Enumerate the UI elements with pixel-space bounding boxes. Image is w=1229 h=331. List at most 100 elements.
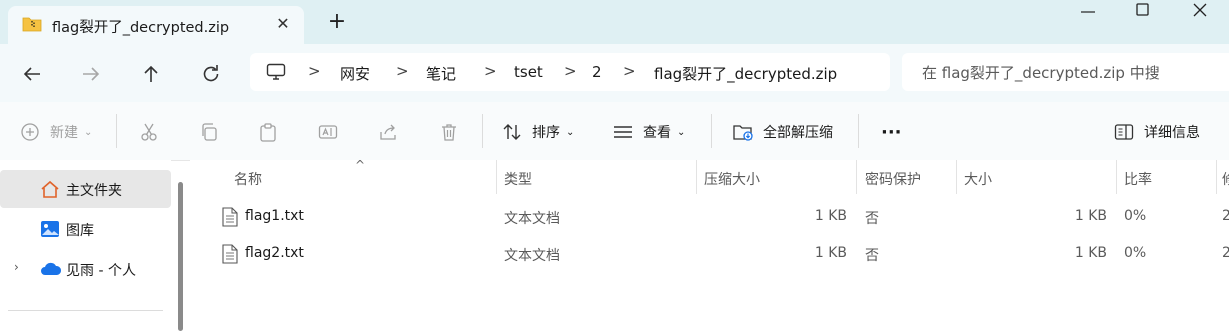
paste-button[interactable] [258,120,288,144]
extract-all-button[interactable]: 全部解压缩 [733,120,833,144]
table-row[interactable]: flag2.txt 文本文档 1 KB 否 1 KB 0% 2 [190,236,1229,272]
column-divider[interactable] [956,160,957,194]
title-bar: flag裂开了_decrypted.zip ✕ + [0,0,1229,44]
breadcrumb-item[interactable]: flag裂开了_decrypted.zip [654,63,837,84]
breadcrumb-separator: > [623,62,636,80]
tab-title: flag裂开了_decrypted.zip [52,20,230,36]
file-compressed-size: 1 KB [814,245,847,261]
scissors-icon [139,122,159,142]
plus-circle-icon [20,122,40,142]
file-name: flag2.txt [245,245,304,261]
sidebar-item-home[interactable]: 主文件夹 [0,170,171,208]
divider [116,114,117,148]
chevron-down-icon: ⌄ [677,126,686,138]
file-size: 1 KB [1074,208,1107,224]
active-tab[interactable]: flag裂开了_decrypted.zip ✕ [8,6,304,44]
new-label: 新建 [50,125,78,141]
close-window-button[interactable] [1170,0,1229,24]
column-divider[interactable] [696,160,697,194]
sidebar-scrollbar[interactable] [178,182,183,331]
minimize-button[interactable] [1058,0,1118,24]
file-list: ^ 名称 类型 压缩大小 密码保护 大小 比率 修 flag1.txt 文本文档… [190,158,1229,331]
column-header-size[interactable]: 大小 [964,169,992,189]
column-header-type[interactable]: 类型 [504,169,532,189]
breadcrumb-item[interactable]: 网安 [340,63,370,84]
search-input[interactable] [920,61,1224,85]
file-size: 1 KB [1074,245,1107,261]
file-name: flag1.txt [245,208,304,224]
file-modified: 2 [1222,208,1229,224]
file-password-protected: 否 [865,211,879,227]
up-button[interactable] [139,62,163,86]
column-divider[interactable] [1216,160,1217,194]
search-box[interactable] [902,53,1229,91]
sort-arrows-icon [502,122,522,142]
breadcrumb-item[interactable]: 2 [592,63,602,81]
sidebar-item-label: 见雨 - 个人 [66,263,136,279]
share-button[interactable] [378,120,408,144]
view-button[interactable]: 查看 ⌄ [613,120,685,144]
sidebar-item-gallery[interactable]: 图库 [0,210,171,248]
file-compressed-size: 1 KB [814,208,847,224]
column-divider[interactable] [1116,160,1117,194]
table-row[interactable]: flag1.txt 文本文档 1 KB 否 1 KB 0% 2 [190,199,1229,235]
column-header-name[interactable]: 名称 [234,169,262,189]
close-tab-button[interactable]: ✕ [274,15,292,33]
refresh-button[interactable] [199,62,223,86]
address-bar[interactable]: > 网安 > 笔记 > tset > 2 > flag裂开了_decrypted… [250,53,890,91]
details-pane-icon [1114,122,1134,142]
file-type: 文本文档 [504,211,560,227]
cut-button[interactable] [139,120,169,144]
copy-button[interactable] [199,120,229,144]
sort-button[interactable]: 排序 ⌄ [502,120,574,144]
clipboard-icon [258,122,278,142]
breadcrumb-item[interactable]: tset [514,63,543,81]
command-bar: 新建 ⌄ 排序 ⌄ 查看 ⌄ 全部解压缩 ··· 详细信息 [0,102,1229,161]
text-file-icon [222,207,238,227]
column-header-password[interactable]: 密码保护 [865,169,921,189]
column-divider[interactable] [856,160,857,194]
column-header-modified[interactable]: 修 [1222,169,1229,189]
breadcrumb-item[interactable]: 笔记 [426,63,456,84]
extract-folder-icon [733,122,753,142]
rename-button[interactable] [318,120,348,144]
details-label: 详细信息 [1144,125,1200,141]
column-divider[interactable] [496,160,497,194]
divider [8,310,163,311]
column-header-compressed-size[interactable]: 压缩大小 [704,169,760,189]
rename-icon [318,122,338,142]
computer-icon [266,63,286,81]
divider [711,114,712,148]
navigation-bar: > 网安 > 笔记 > tset > 2 > flag裂开了_decrypted… [0,44,1229,102]
home-icon [40,180,60,198]
zip-folder-icon [22,16,42,32]
file-password-protected: 否 [865,248,879,264]
onedrive-cloud-icon [40,260,62,278]
column-header-ratio[interactable]: 比率 [1124,169,1152,189]
new-button[interactable]: 新建 ⌄ [20,120,92,144]
share-icon [378,122,398,142]
breadcrumb-separator: > [484,62,497,80]
maximize-button[interactable] [1113,0,1173,24]
view-list-icon [613,122,633,142]
delete-button[interactable] [439,120,469,144]
details-pane-button[interactable]: 详细信息 [1114,120,1200,144]
chevron-down-icon: ⌄ [84,126,93,138]
gallery-icon [40,220,60,238]
file-ratio: 0% [1124,208,1147,224]
chevron-down-icon: ⌄ [566,126,575,138]
sort-ascending-icon: ^ [355,158,366,172]
sort-label: 排序 [532,125,560,141]
sidebar-item-onedrive[interactable]: › 见雨 - 个人 [0,250,171,288]
divider [482,114,483,148]
more-options-button[interactable]: ··· [881,120,902,144]
copy-icon [199,122,219,142]
view-label: 查看 [643,125,671,141]
back-button[interactable] [20,62,44,86]
forward-button[interactable] [79,62,103,86]
trash-icon [439,122,459,142]
new-tab-button[interactable]: + [326,11,348,33]
breadcrumb-separator: > [308,62,321,80]
chevron-right-icon[interactable]: › [14,260,19,274]
breadcrumb-separator: > [564,62,577,80]
